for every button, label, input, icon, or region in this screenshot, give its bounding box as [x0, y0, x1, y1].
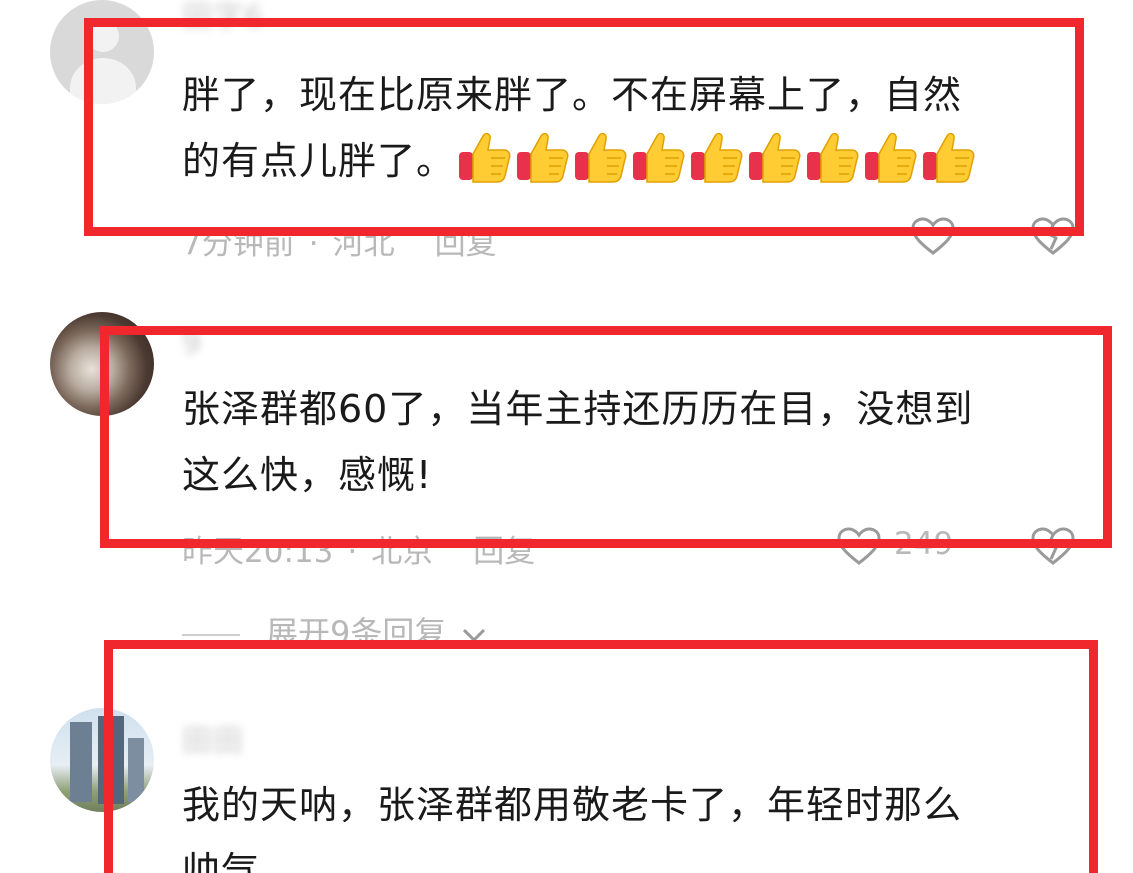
- comment-content: 我的天呐，张泽群都用敬老卡了，年轻时那么 帅气: [182, 772, 962, 873]
- thumbs-up-emoji: [749, 132, 801, 183]
- thumbs-up-emoji: [691, 132, 743, 183]
- comment-meta: 7分钟前 · 河北 回复: [182, 218, 497, 263]
- comment-content: 张泽群都60了，当年主持还历历在目，没想到 这么快，感慨!: [182, 376, 973, 508]
- avatar-body: [70, 58, 136, 104]
- expand-replies-button[interactable]: 展开9条回复: [182, 608, 487, 654]
- comment-content: 胖了，现在比原来胖了。不在屏幕上了，自然 的有点儿胖了。: [182, 62, 977, 194]
- username[interactable]: 田字6: [182, 0, 264, 36]
- username[interactable]: 9: [182, 326, 202, 361]
- chevron-down-icon: [462, 628, 485, 643]
- like-count: 249: [894, 526, 954, 562]
- thumbs-up-emoji: [865, 132, 917, 183]
- comment-time: 7分钟前: [182, 226, 295, 262]
- username[interactable]: 田田: [182, 716, 244, 760]
- dislike-broken-heart-icon[interactable]: [1030, 216, 1076, 256]
- thumbs-up-emoji: [459, 132, 511, 183]
- meta-separator: ·: [347, 534, 358, 570]
- avatar-head: [87, 20, 119, 52]
- comment-text-line: 我的天呐，张泽群都用敬老卡了，年轻时那么: [182, 783, 963, 827]
- thumbs-up-emoji: [923, 132, 975, 183]
- thumbs-up-emoji: [807, 132, 859, 183]
- like-heart-icon[interactable]: [910, 216, 956, 256]
- comment-text-line: 胖了，现在比原来胖了。不在屏幕上了，自然: [182, 73, 963, 117]
- thumbs-up-emoji: [517, 132, 569, 183]
- avatar[interactable]: [50, 708, 154, 812]
- comment-text-line: 帅气: [182, 849, 261, 873]
- comment-location: 河北: [332, 226, 395, 262]
- comment-text-line: 的有点儿胖了。: [182, 128, 977, 194]
- reply-button[interactable]: 回复: [435, 226, 497, 262]
- comment-location: 北京: [371, 534, 434, 570]
- avatar[interactable]: [50, 312, 154, 416]
- comment-text: 的有点儿胖了。: [182, 139, 456, 183]
- avatar-building: [98, 716, 124, 804]
- comment-list: 田字6 胖了，现在比原来胖了。不在屏幕上了，自然 的有点儿胖了。 7分钟前 · 河北…: [0, 0, 1133, 873]
- expand-divider: [182, 634, 240, 636]
- comment-text-line: 这么快，感慨!: [182, 453, 433, 497]
- avatar-building: [128, 738, 144, 802]
- avatar[interactable]: [50, 0, 154, 104]
- like-heart-icon[interactable]: [836, 526, 882, 566]
- thumbs-up-emoji-row: [455, 128, 977, 194]
- reply-button[interactable]: 回复: [473, 534, 535, 570]
- comment-meta: 昨天20:13 · 北京 回复: [182, 526, 535, 571]
- comment-time: 昨天20:13: [182, 534, 334, 570]
- thumbs-up-emoji: [575, 132, 627, 183]
- comment-text-line: 张泽群都60了，当年主持还历历在目，没想到: [182, 387, 974, 431]
- meta-separator: ·: [308, 226, 319, 262]
- dislike-broken-heart-icon[interactable]: [1030, 526, 1076, 566]
- expand-replies-label: 展开9条回复: [266, 614, 447, 652]
- avatar-building: [70, 722, 92, 802]
- thumbs-up-emoji: [633, 132, 685, 183]
